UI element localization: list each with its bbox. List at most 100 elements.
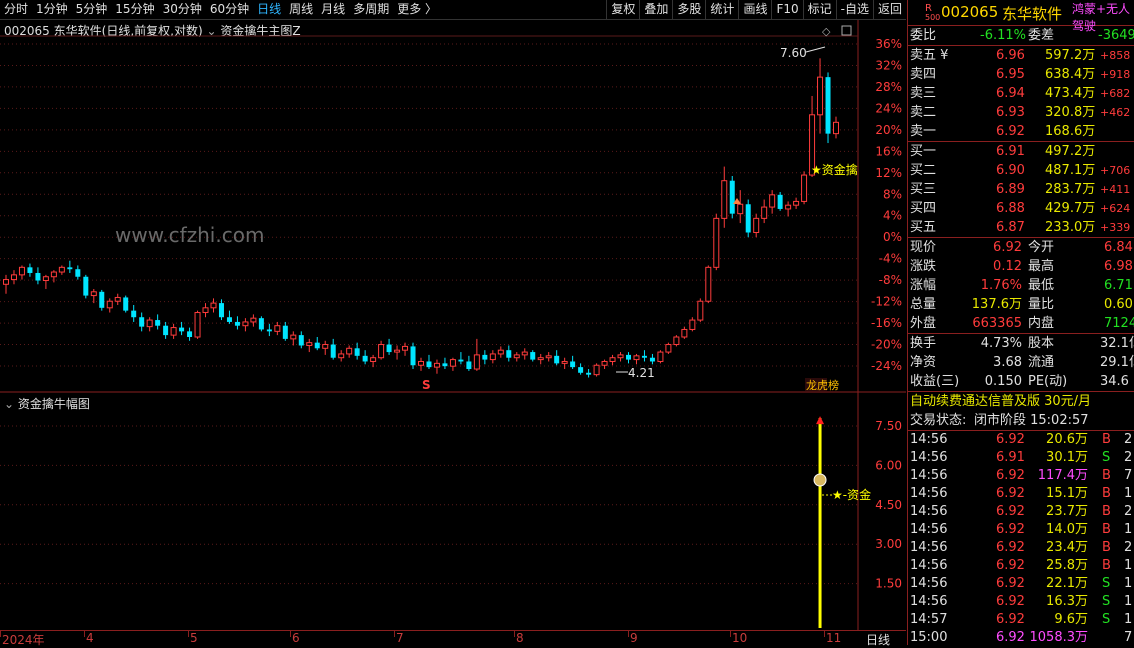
candle — [745, 199, 751, 238]
stat-label: 最低 — [1028, 278, 1055, 293]
candle — [394, 345, 401, 360]
weicha-value: -3649 — [1098, 28, 1134, 43]
candle — [737, 190, 744, 224]
tick-price: 6.92 — [996, 612, 1025, 627]
x-axis-label: 4 — [86, 631, 94, 645]
candle — [163, 321, 169, 339]
promo-link[interactable]: 自动续费通达信普及版 30元/月 — [910, 392, 1091, 411]
candle — [801, 171, 808, 205]
stat-value: 6.98 — [1104, 259, 1133, 274]
tick-side: B — [1102, 432, 1111, 447]
candle — [554, 350, 560, 366]
diamond-icon[interactable]: ◇ — [822, 25, 831, 38]
tick-row: 14:56 6.91 30.1万 S 2 — [908, 449, 1134, 467]
tick-side: B — [1102, 540, 1111, 555]
stat-value: 29.1亿 — [1100, 355, 1134, 370]
tick-count: 2 — [1124, 540, 1133, 555]
sells-change: +462 — [1100, 106, 1131, 119]
candle — [194, 310, 201, 339]
x-tick — [0, 631, 1, 637]
stat-label: 换手 — [910, 336, 937, 351]
weibi-value: -6.11% — [980, 28, 1026, 43]
buys-change: +411 — [1100, 183, 1131, 196]
tick-price: 6.91 — [996, 450, 1025, 465]
candle — [306, 338, 313, 353]
candle — [609, 354, 616, 366]
candle — [521, 348, 528, 360]
kline-chart[interactable]: 36% 32% 28% 24% 20% 16% 12% 8% 4% 0% -4% -8% -12% -16… — [0, 0, 906, 645]
candle — [42, 274, 49, 289]
maximize-icon[interactable] — [841, 25, 852, 36]
candle — [106, 298, 113, 313]
buys-volume: 429.7万 — [1045, 201, 1096, 216]
tick-price: 6.92 — [996, 630, 1025, 645]
tick-price: 6.92 — [996, 522, 1025, 537]
stat-label: 净资 — [910, 355, 937, 370]
tick-time: 14:56 — [910, 504, 948, 519]
sub-indicator-name[interactable]: 资金擒牛幅图 — [18, 397, 90, 411]
tick-time: 14:56 — [910, 594, 948, 609]
candle — [202, 303, 209, 318]
low-price-label: 4.21 — [628, 366, 655, 380]
candle — [713, 213, 720, 271]
stat2-row: 净资 3.68 流通 29.1亿 — [908, 353, 1134, 372]
candle — [530, 350, 536, 362]
x-tick — [730, 631, 731, 637]
sells-change: +918 — [1100, 68, 1131, 81]
tick-row: 14:56 6.92 25.8万 B 1 — [908, 557, 1134, 575]
candle — [593, 363, 600, 377]
candle — [578, 363, 584, 375]
candle — [187, 327, 193, 341]
tick-count: 1 — [1124, 576, 1133, 591]
candle — [489, 350, 496, 364]
sells-label: 卖五 ¥ — [910, 48, 949, 63]
price-axis-label: -8% — [879, 273, 902, 287]
tick-price: 6.92 — [996, 468, 1025, 483]
candle — [35, 267, 41, 285]
buys-price: 6.91 — [996, 144, 1025, 159]
candle — [234, 316, 240, 330]
stat-label: 涨幅 — [910, 278, 937, 293]
tick-volume: 9.6万 — [1054, 612, 1088, 627]
arrow-up-icon — [816, 416, 825, 425]
chevron-down-icon[interactable]: ⌄ — [4, 397, 14, 411]
stat-label: 流通 — [1028, 355, 1055, 370]
candle — [473, 338, 480, 371]
candle — [370, 354, 377, 368]
candle — [226, 310, 232, 324]
candle — [561, 357, 568, 370]
stock-name: 东华软件 — [1002, 5, 1063, 23]
weicha-label: 委差 — [1028, 28, 1055, 43]
candle — [346, 345, 353, 358]
buys-label: 买二 — [910, 163, 937, 178]
candle — [250, 314, 257, 327]
candle — [681, 326, 688, 339]
tick-time: 14:56 — [910, 486, 948, 501]
tick-row: 14:56 6.92 23.4万 B 2 — [908, 539, 1134, 557]
tick-count: 1 — [1124, 594, 1133, 609]
tick-count: 1 — [1124, 612, 1133, 627]
candle — [274, 321, 281, 336]
candle — [449, 357, 456, 371]
stat-value: 0.12 — [993, 259, 1022, 274]
high-price-label: 7.60 — [780, 46, 807, 60]
candle — [426, 354, 432, 370]
rank-marker[interactable]: 龙虎榜 — [806, 378, 839, 392]
tick-volume: 1058.3万 — [1029, 630, 1089, 645]
stat-label: 总量 — [910, 297, 937, 312]
candle — [697, 298, 704, 322]
tick-volume: 117.4万 — [1037, 468, 1088, 483]
tick-volume: 15.1万 — [1046, 486, 1088, 501]
tick-volume: 23.4万 — [1046, 540, 1088, 555]
tick-time: 14:56 — [910, 558, 948, 573]
tick-row: 14:56 6.92 16.3万 S 1 — [908, 593, 1134, 611]
tick-price: 6.92 — [996, 432, 1025, 447]
stat-value: 32.1亿 — [1100, 336, 1134, 351]
candle — [90, 288, 97, 304]
candle — [617, 352, 624, 362]
sub-chart-title: ⌄ 资金擒牛幅图 — [4, 395, 90, 412]
stat-label: 量比 — [1028, 297, 1055, 312]
buys-label: 买一 — [910, 144, 937, 159]
candle — [10, 270, 17, 285]
x-axis: 2024年 4 5 6 7 8 9 10 11 日线 — [0, 630, 906, 647]
